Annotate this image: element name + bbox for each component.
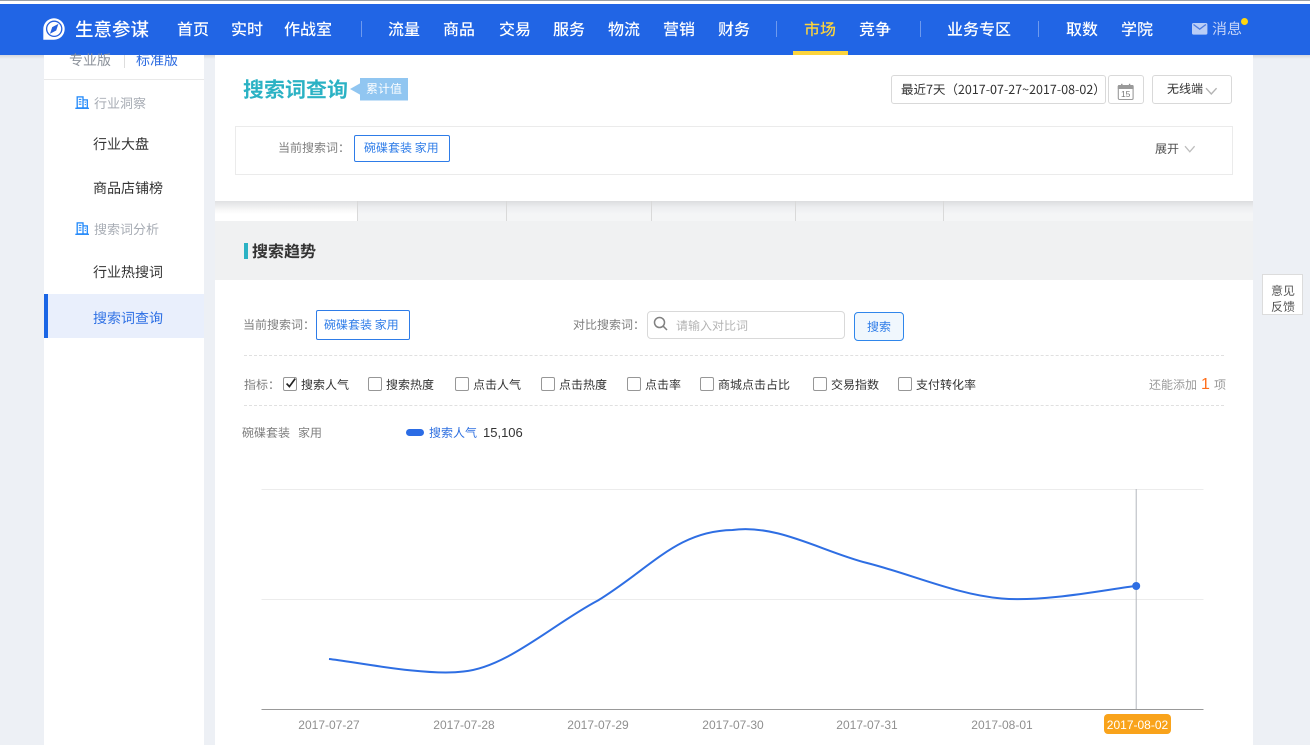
svg-text:15: 15	[1121, 89, 1131, 99]
svg-text:2017-07-30: 2017-07-30	[702, 718, 764, 732]
svg-text:2017-07-31: 2017-07-31	[836, 718, 898, 732]
svg-text:2017-08-01: 2017-08-01	[971, 718, 1033, 732]
svg-text:2017-07-28: 2017-07-28	[433, 718, 495, 732]
svg-text:2017-08-02: 2017-08-02	[1107, 718, 1169, 732]
svg-text:2017-07-29: 2017-07-29	[567, 718, 629, 732]
svg-text:2017-07-27: 2017-07-27	[298, 718, 360, 732]
